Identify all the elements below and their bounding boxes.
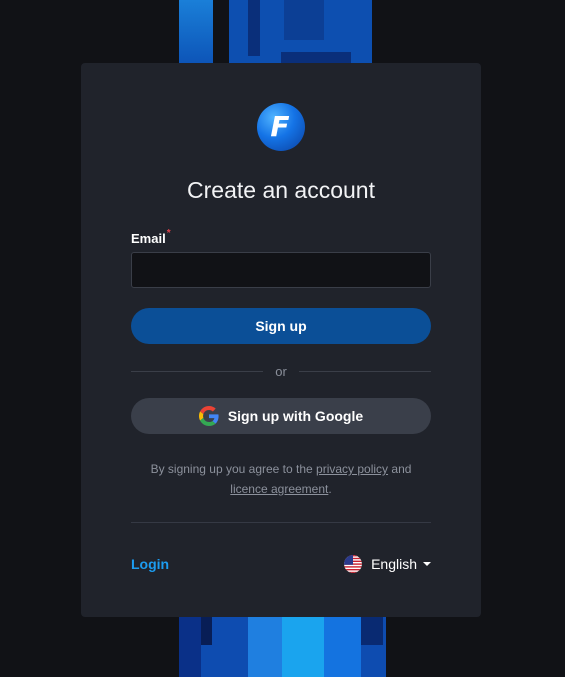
google-signup-button[interactable]: Sign up with Google	[131, 398, 431, 434]
terms-suffix: .	[328, 482, 332, 496]
email-label: Email*	[131, 228, 171, 246]
page-title: Create an account	[187, 177, 375, 203]
email-label-text: Email	[131, 231, 166, 246]
divider-line-left	[131, 370, 264, 372]
logo-letter: F	[270, 110, 290, 143]
or-label: or	[275, 363, 287, 379]
terms-text: By signing up you agree to the privacy p…	[121, 459, 441, 499]
caret-down-icon	[423, 562, 431, 566]
signup-button[interactable]: Sign up	[131, 308, 431, 344]
or-divider: or	[131, 362, 431, 380]
privacy-policy-link[interactable]: privacy policy	[316, 462, 388, 476]
google-signup-label: Sign up with Google	[227, 408, 364, 424]
app-logo: F	[257, 103, 305, 151]
terms-prefix: By signing up you agree to the	[150, 462, 317, 476]
google-icon	[198, 406, 219, 426]
language-label: English	[371, 556, 417, 572]
licence-agreement-link[interactable]: licence agreement	[230, 482, 328, 496]
email-input[interactable]	[131, 252, 431, 288]
us-flag-icon	[344, 555, 363, 573]
footer-separator	[131, 522, 431, 523]
login-link[interactable]: Login	[131, 556, 169, 572]
signup-card: F Create an account Email* Sign up or Si…	[81, 63, 481, 617]
language-selector[interactable]: English	[344, 555, 431, 573]
terms-middle: and	[388, 462, 412, 476]
required-marker: *	[166, 228, 171, 239]
divider-line-right	[298, 370, 431, 372]
